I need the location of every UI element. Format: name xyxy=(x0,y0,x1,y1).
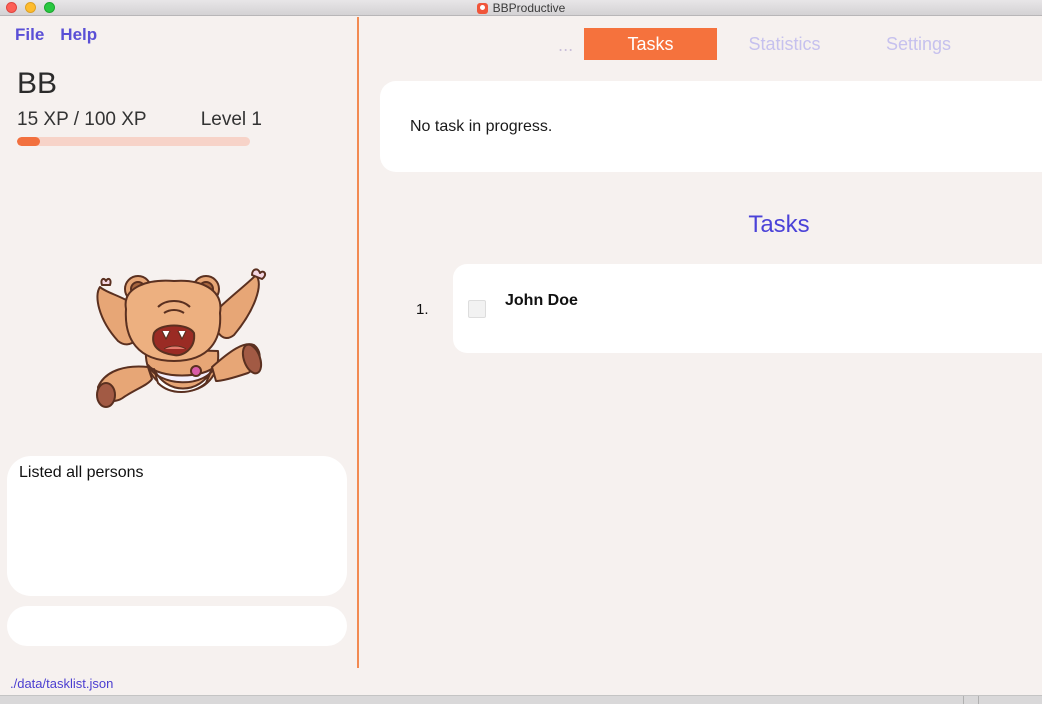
xp-text: 15 XP / 100 XP xyxy=(17,109,147,130)
menubar: File Help xyxy=(15,25,97,45)
task-in-progress-text: No task in progress. xyxy=(410,118,553,135)
menu-file[interactable]: File xyxy=(15,25,44,45)
result-message: Listed all persons xyxy=(19,464,144,481)
xp-progress-fill xyxy=(17,137,41,146)
result-display: Listed all persons xyxy=(7,456,347,596)
task-index: 1. xyxy=(416,301,429,318)
task-card[interactable]: John Doe xyxy=(453,264,1042,353)
bear-mascot-icon xyxy=(96,268,267,408)
main-tabs: ... Tasks Statistics Settings xyxy=(368,28,1042,60)
bottom-strip xyxy=(0,695,1042,704)
tab-statistics[interactable]: Statistics xyxy=(718,28,851,60)
xp-progress-bar xyxy=(17,137,250,146)
level-text: Level 1 xyxy=(200,109,262,130)
window-title: BBProductive xyxy=(492,1,566,15)
menu-help[interactable]: Help xyxy=(60,25,97,45)
tab-settings[interactable]: Settings xyxy=(852,28,985,60)
tasks-heading: Tasks xyxy=(748,211,810,238)
task-checkbox[interactable] xyxy=(468,300,486,318)
storage-path: ./data/tasklist.json xyxy=(10,676,114,691)
xp-row: 15 XP / 100 XP Level 1 xyxy=(17,109,262,131)
task-name: John Doe xyxy=(505,292,578,309)
panel-divider[interactable] xyxy=(357,17,359,668)
task-in-progress-card: No task in progress. xyxy=(380,81,1042,172)
statusbar: ./data/tasklist.json xyxy=(0,668,1042,695)
pet-name: BB xyxy=(17,67,58,100)
command-input[interactable] xyxy=(7,606,347,646)
window-titlebar: BBProductive xyxy=(0,0,1042,16)
tab-tasks[interactable]: Tasks xyxy=(584,28,717,60)
app-icon xyxy=(476,2,488,14)
tab-overflow[interactable]: ... xyxy=(558,36,573,55)
sidebar: File Help BB 15 XP / 100 XP Level 1 List… xyxy=(0,17,357,668)
